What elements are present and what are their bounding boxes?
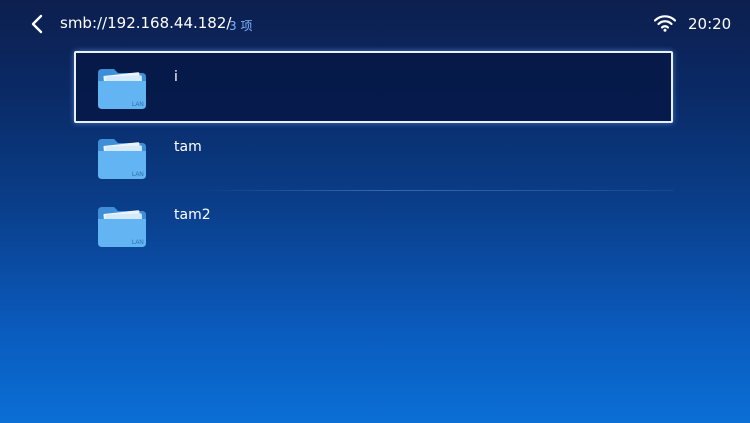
item-name: tam xyxy=(174,139,202,155)
lan-folder-icon: LAN xyxy=(98,139,146,179)
item-name: tam2 xyxy=(174,207,211,223)
wifi-icon xyxy=(654,15,676,32)
item-name: i xyxy=(174,69,178,85)
svg-text:LAN: LAN xyxy=(132,102,144,108)
back-arrow-icon[interactable] xyxy=(26,12,50,36)
svg-text:LAN: LAN xyxy=(132,172,144,178)
current-path: smb://192.168.44.182/ xyxy=(60,14,232,32)
list-item-tam2[interactable]: LAN tam2 xyxy=(74,191,673,259)
lan-folder-icon: LAN xyxy=(98,207,146,247)
svg-text:LAN: LAN xyxy=(132,240,144,246)
item-count: 3 项 xyxy=(229,19,253,33)
list-item-i[interactable]: LAN i xyxy=(74,51,673,123)
list-item-tam[interactable]: LAN tam xyxy=(74,123,673,191)
clock: 20:20 xyxy=(688,15,732,33)
lan-folder-icon: LAN xyxy=(98,69,146,109)
file-list: LAN i LAN tam LAN tam2 xyxy=(74,51,673,259)
top-bar: smb://192.168.44.182/ 3 项 20:20 xyxy=(0,0,750,48)
